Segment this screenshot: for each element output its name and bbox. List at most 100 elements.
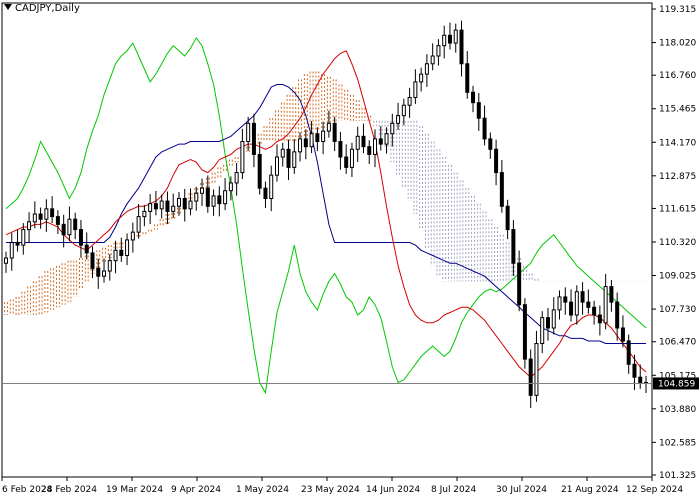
- candle: [551, 297, 556, 335]
- candle-body: [130, 231, 135, 241]
- candle-body: [176, 197, 181, 207]
- candle: [626, 334, 631, 374]
- candle: [442, 25, 447, 59]
- candle: [644, 375, 648, 394]
- y-tick-label: 114.170: [659, 138, 696, 148]
- candle: [586, 289, 591, 314]
- candle-body: [113, 249, 118, 262]
- candle: [148, 194, 153, 225]
- candle: [563, 287, 568, 315]
- candle: [557, 290, 562, 320]
- candle-body: [367, 146, 372, 155]
- candle-body: [228, 182, 233, 192]
- candle-body: [9, 242, 14, 259]
- x-tick-label: 28 Feb 2024: [41, 485, 97, 495]
- x-tick-label: 21 Aug 2024: [561, 485, 619, 495]
- candle-body: [148, 203, 153, 212]
- chart-window[interactable]: CADJPY,Daily 119.315 118.020 116.760 115.46…: [0, 0, 700, 500]
- candle-body: [522, 304, 527, 360]
- candle-body: [246, 122, 251, 142]
- candle: [471, 85, 476, 113]
- candle-body: [557, 296, 562, 311]
- candle-body: [361, 135, 366, 148]
- candle: [84, 232, 89, 260]
- candle-body: [251, 122, 256, 155]
- candle: [15, 229, 20, 252]
- candle: [459, 20, 464, 77]
- candle-body: [419, 73, 424, 83]
- candle-body: [200, 187, 205, 194]
- candle-body: [332, 122, 337, 142]
- y-tick-label: 109.025: [659, 272, 696, 282]
- candle: [55, 210, 60, 234]
- candle: [200, 178, 205, 206]
- candle-body: [303, 138, 308, 148]
- candle-body: [632, 363, 637, 378]
- candle-body: [84, 244, 89, 254]
- candle: [609, 280, 614, 312]
- y-tick-label: 118.020: [659, 39, 696, 49]
- candle-body: [38, 213, 43, 220]
- price-chart[interactable]: 119.315 118.020 116.760 115.465 114.170 112.8…: [0, 0, 700, 500]
- current-price: 104.859: [2, 377, 699, 390]
- plot-frame: [1, 2, 653, 478]
- candle-body: [298, 138, 303, 153]
- candle: [413, 69, 418, 104]
- candle: [407, 87, 412, 118]
- candle: [534, 330, 539, 402]
- candle: [569, 289, 574, 322]
- candle-body: [102, 270, 107, 277]
- y-tick-label: 107.730: [659, 305, 696, 315]
- candle-body: [551, 309, 556, 329]
- candle: [315, 127, 320, 152]
- candle: [453, 23, 458, 53]
- candle-body: [499, 172, 504, 207]
- candle-body: [73, 218, 78, 231]
- candle: [251, 113, 256, 168]
- candle-body: [321, 130, 326, 142]
- candle-body: [482, 117, 487, 140]
- candle: [182, 188, 187, 222]
- candle-body: [55, 216, 60, 225]
- candle-body: [223, 190, 228, 205]
- candle: [436, 39, 441, 66]
- candle-body: [453, 29, 458, 44]
- candle: [50, 196, 55, 224]
- candle-body: [459, 29, 464, 65]
- candle-body: [32, 213, 37, 223]
- candle-body: [511, 229, 516, 264]
- candle-body: [257, 153, 262, 189]
- candle-body: [401, 104, 406, 117]
- candle-body: [349, 148, 354, 168]
- candle: [240, 128, 245, 180]
- candle: [424, 54, 429, 87]
- candle: [338, 131, 343, 170]
- y-tick-label: 115.465: [659, 105, 696, 115]
- candle-body: [424, 63, 429, 75]
- candle-body: [27, 221, 32, 231]
- candle: [465, 51, 470, 99]
- candle: [107, 254, 112, 281]
- candle-body: [563, 296, 568, 303]
- candle-body: [188, 200, 193, 210]
- candle: [367, 140, 372, 165]
- candle-body: [517, 262, 522, 306]
- candle: [482, 105, 487, 146]
- candle: [488, 132, 493, 159]
- candle: [355, 126, 360, 162]
- candle: [574, 285, 579, 325]
- candle-body: [136, 216, 141, 233]
- candle: [27, 212, 32, 243]
- candle: [615, 292, 620, 341]
- candle: [373, 129, 378, 168]
- y-tick-label: 111.615: [659, 204, 696, 214]
- candle: [113, 240, 118, 274]
- candle: [430, 43, 435, 71]
- current-price-label: 104.859: [658, 379, 695, 389]
- candle: [188, 188, 193, 216]
- candle-body: [90, 252, 95, 269]
- candle-body: [545, 317, 550, 329]
- candle-body: [476, 102, 481, 119]
- candle-body: [240, 140, 245, 174]
- candle: [102, 258, 107, 283]
